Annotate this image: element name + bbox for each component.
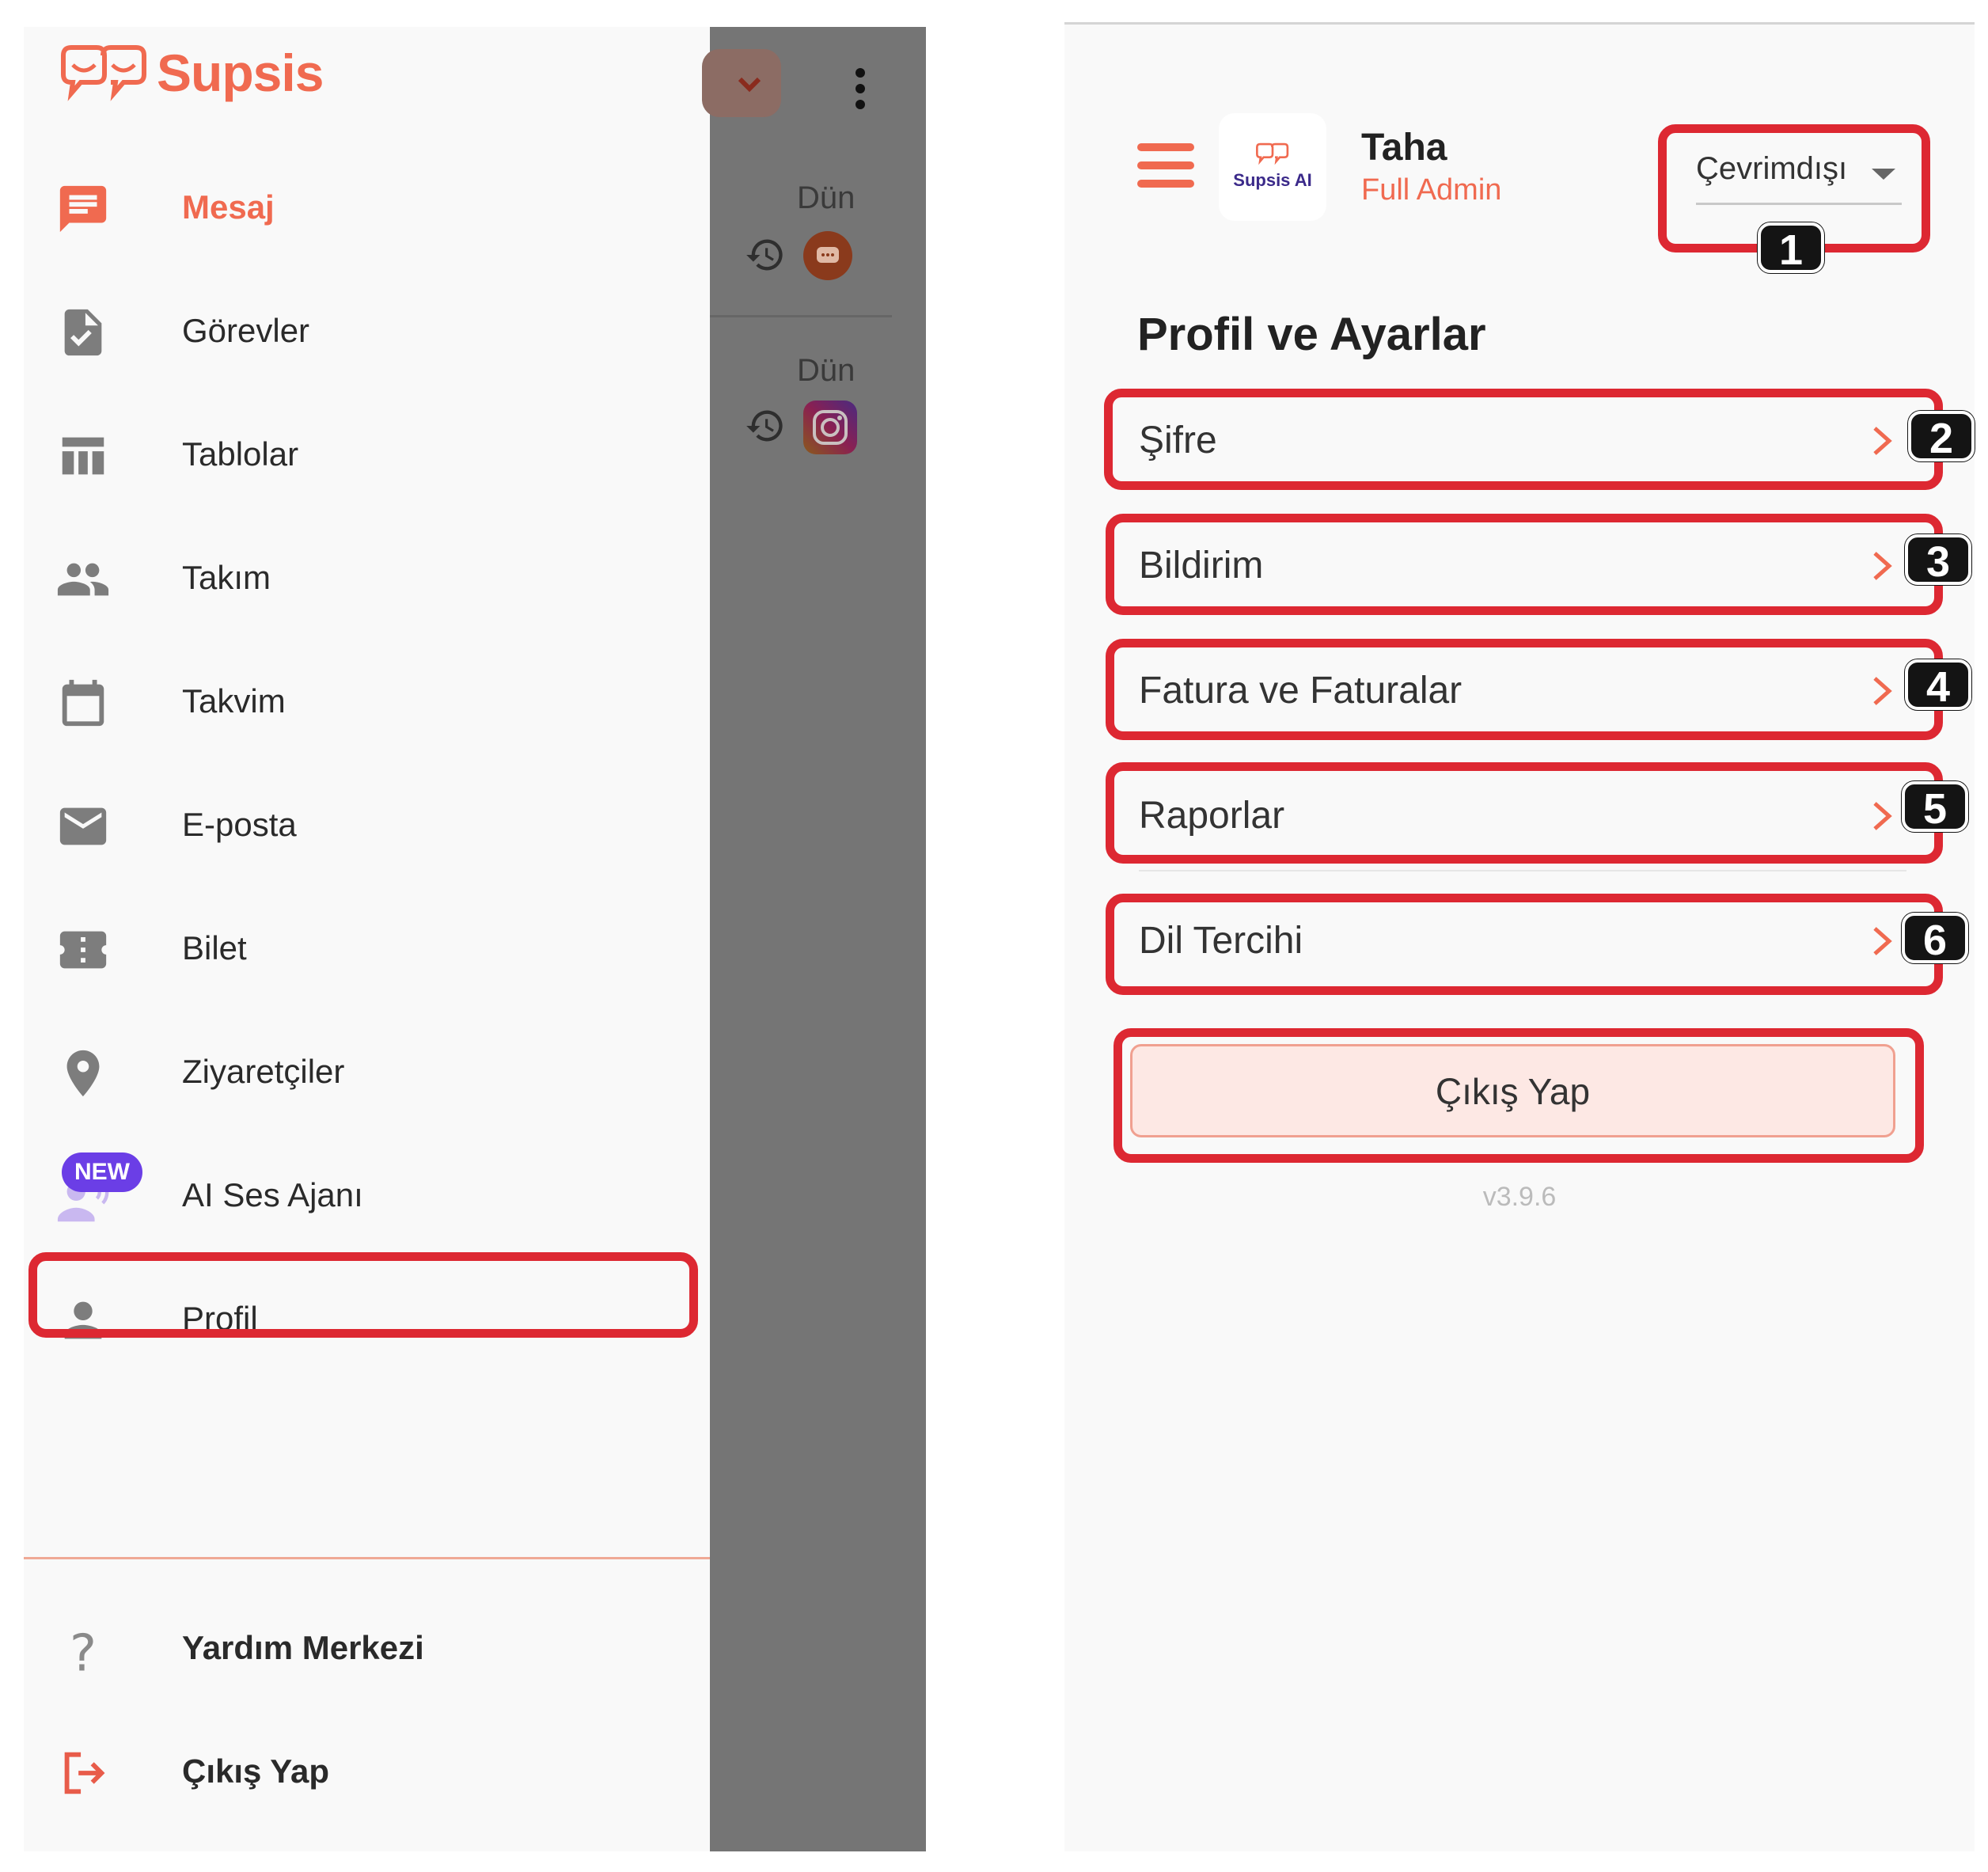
nav-item-cikis-yap[interactable]: Çıkış Yap	[24, 1726, 710, 1821]
left-screenshot: Supsis Mesaj Görevler Tablolar Takım Tak…	[24, 27, 926, 1851]
version-text: v3.9.6	[1482, 1182, 1557, 1212]
annotation-box-raporlar	[1106, 762, 1943, 864]
nav-label: Bilet	[182, 929, 247, 966]
mail-icon	[55, 799, 111, 854]
annotation-badge: 1	[1758, 222, 1824, 274]
annotation-box-fatura	[1106, 639, 1943, 740]
right-screenshot: Supsis AI Taha Full Admin Çevrimdışı Pro…	[1064, 22, 1975, 1851]
nav-label: Yardım Merkezi	[182, 1629, 424, 1666]
annotation-box-logout	[1114, 1028, 1924, 1163]
nav-item-tablolar[interactable]: Tablolar	[24, 408, 710, 503]
nav-item-ziyaretciler[interactable]: Ziyaretçiler	[24, 1026, 710, 1121]
list-item-time: Dün	[797, 180, 856, 215]
annotation-badge: 2	[1908, 411, 1975, 462]
annotation-box-sifre	[1104, 389, 1943, 490]
supsis-logo-icon	[57, 41, 152, 112]
nav-label: Ziyaretçiler	[182, 1053, 345, 1090]
nav-label: Tablolar	[182, 435, 299, 473]
history-icon	[745, 234, 786, 279]
nav-item-gorevler[interactable]: Görevler	[24, 285, 710, 380]
company-logo: Supsis AI	[1219, 113, 1326, 221]
team-icon	[55, 552, 111, 607]
nav-label: Takvim	[182, 682, 286, 720]
dimmed-background: Dün Dün	[702, 27, 926, 1851]
logo-text: Supsis AI	[1233, 170, 1312, 190]
annotation-box-profil	[28, 1252, 698, 1338]
task-icon	[55, 305, 111, 360]
divider	[24, 1557, 710, 1559]
instagram-icon	[803, 401, 857, 454]
logout-icon	[55, 1745, 111, 1801]
nav-label: Takım	[182, 559, 271, 596]
nav-item-takim[interactable]: Takım	[24, 532, 710, 627]
annotation-badge: 4	[1905, 659, 1971, 711]
new-badge: NEW	[62, 1152, 142, 1192]
message-icon	[55, 181, 111, 237]
nav-label: AI Ses Ajanı	[182, 1176, 363, 1213]
history-icon	[745, 405, 786, 450]
nav-item-ai-ses-ajani[interactable]: NEW AI Ses Ajanı	[24, 1149, 710, 1244]
divider	[1139, 870, 1906, 871]
list-item-time: Dün	[797, 353, 856, 388]
user-role: Full Admin	[1361, 173, 1502, 207]
location-pin-icon	[55, 1046, 111, 1101]
navigation-drawer: Supsis Mesaj Görevler Tablolar Takım Tak…	[24, 27, 710, 1851]
svg-text:?: ?	[70, 1623, 97, 1677]
page-title: Profil ve Ayarlar	[1137, 309, 1486, 360]
annotation-badge: 6	[1902, 913, 1968, 964]
filter-chip	[702, 49, 781, 117]
calendar-icon	[55, 675, 111, 731]
more-vert-icon	[852, 65, 868, 112]
hamburger-menu-icon[interactable]	[1137, 143, 1194, 188]
ticket-icon	[55, 922, 111, 978]
brand-name: Supsis	[157, 44, 324, 102]
nav-item-takvim[interactable]: Takvim	[24, 655, 710, 750]
nav-item-bilet[interactable]: Bilet	[24, 902, 710, 997]
nav-label: E-posta	[182, 806, 297, 843]
chat-channel-icon	[803, 231, 852, 280]
help-icon: ?	[55, 1622, 111, 1683]
nav-label: Çıkış Yap	[182, 1752, 330, 1790]
table-icon	[55, 428, 111, 484]
chevron-down-icon	[738, 77, 761, 93]
annotation-box-dil	[1106, 894, 1943, 995]
nav-item-yardim-merkezi[interactable]: ? Yardım Merkezi	[24, 1602, 710, 1697]
nav-label: Görevler	[182, 312, 310, 349]
supsis-logo-icon	[1256, 142, 1289, 165]
annotation-badge: 5	[1902, 781, 1968, 833]
nav-item-mesaj[interactable]: Mesaj	[24, 161, 710, 256]
annotation-box-bildirim	[1106, 514, 1943, 615]
annotation-badge: 3	[1905, 534, 1971, 586]
nav-label: Mesaj	[182, 188, 275, 226]
nav-item-eposta[interactable]: E-posta	[24, 779, 710, 874]
divider	[710, 315, 892, 317]
user-name: Taha	[1361, 127, 1447, 169]
